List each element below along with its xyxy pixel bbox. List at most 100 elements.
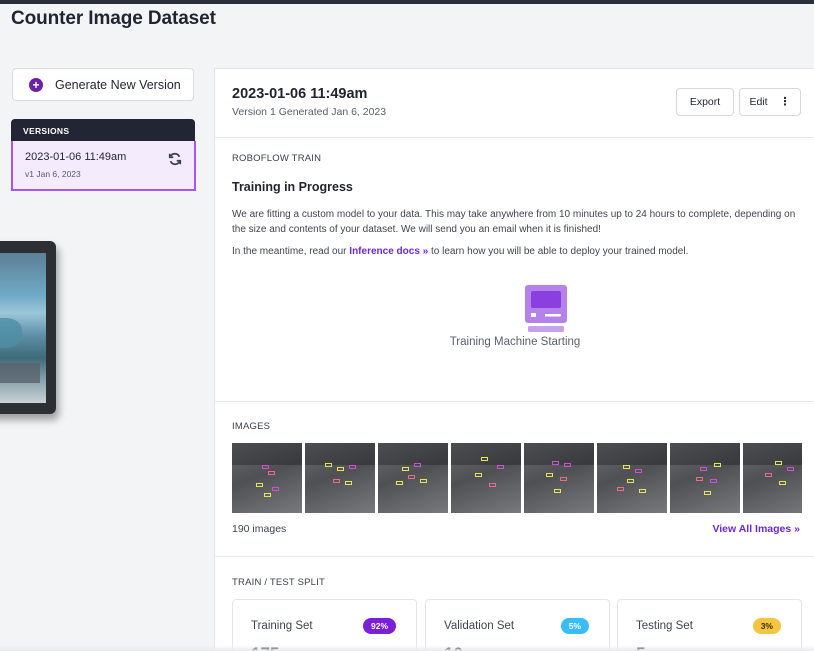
images-label: IMAGES — [232, 421, 271, 432]
training-heading: Training in Progress — [232, 180, 353, 194]
tablet-blob — [0, 363, 40, 383]
annotation-box — [560, 477, 567, 481]
annotation-box — [546, 473, 553, 477]
annotation-box — [639, 489, 646, 493]
annotation-box — [333, 479, 340, 483]
generate-new-version-button[interactable]: + Generate New Version — [12, 68, 194, 101]
version-item-selected[interactable]: 2023-01-06 11:49am v1 Jan 6, 2023 — [11, 141, 196, 191]
split-percent-badge: 5% — [560, 618, 589, 634]
training-description: We are fitting a custom model to your da… — [232, 209, 796, 235]
annotation-box — [272, 487, 279, 491]
thumbnail-shadow — [305, 443, 375, 465]
edit-button[interactable]: Edit ⋮ — [739, 88, 801, 116]
top-bar — [0, 0, 814, 4]
inference-docs-prefix: In the meantime, read our — [232, 246, 350, 257]
annotation-box — [408, 475, 415, 479]
thumbnail-shadow — [597, 443, 667, 465]
view-all-images-link[interactable]: View All Images » — [712, 523, 800, 535]
annotation-box — [635, 469, 642, 473]
image-thumbnail[interactable] — [378, 443, 448, 513]
annotation-box — [623, 465, 630, 469]
annotation-box — [779, 481, 786, 485]
training-machine-icon — [525, 285, 567, 332]
split-card-name: Testing Set — [636, 620, 693, 632]
annotation-box — [396, 481, 403, 485]
training-machine-status: Training Machine Starting — [449, 336, 581, 348]
annotation-box — [787, 467, 794, 471]
generate-new-version-label: Generate New Version — [55, 77, 181, 92]
training-set-card[interactable]: Training Set 92% 175 — [232, 599, 417, 651]
annotation-box — [402, 467, 409, 471]
annotation-box — [337, 467, 344, 471]
annotation-box — [554, 489, 561, 493]
annotation-box — [710, 479, 717, 483]
annotation-box — [704, 491, 711, 495]
train-test-split-label: TRAIN / TEST SPLIT — [232, 577, 325, 588]
annotation-box — [349, 465, 356, 469]
annotation-box — [256, 483, 263, 487]
version-item-subtitle: v1 Jan 6, 2023 — [25, 169, 81, 179]
split-percent-badge: 92% — [362, 618, 396, 634]
section-divider — [215, 401, 814, 402]
tablet-screen — [0, 253, 46, 403]
image-thumbnail[interactable] — [743, 443, 802, 513]
annotation-box — [696, 477, 703, 481]
annotation-box — [414, 463, 421, 467]
image-thumbnail[interactable] — [524, 443, 594, 513]
section-divider — [215, 556, 814, 557]
split-card-name: Training Set — [251, 620, 313, 632]
edit-button-label: Edit — [749, 96, 768, 108]
annotation-box — [481, 457, 488, 461]
sync-icon[interactable] — [168, 152, 182, 166]
annotation-box — [497, 465, 504, 469]
annotation-box — [775, 461, 782, 465]
roboflow-train-label: ROBOFLOW TRAIN — [232, 153, 322, 164]
thumbnail-shadow — [451, 443, 521, 465]
tablet-preview-image — [0, 241, 56, 414]
annotation-box — [475, 473, 482, 477]
annotation-box — [552, 461, 559, 465]
testing-set-card[interactable]: Testing Set 3% 5 — [617, 599, 802, 651]
plus-icon: + — [29, 77, 43, 92]
image-thumbnail[interactable] — [451, 443, 521, 513]
annotation-box — [765, 473, 772, 477]
split-card-name: Validation Set — [444, 620, 515, 632]
image-thumbnail-strip — [232, 443, 802, 513]
thumbnail-shadow — [378, 443, 448, 465]
annotation-box — [700, 467, 707, 471]
export-button[interactable]: Export — [676, 88, 734, 116]
split-percent-badge: 3% — [752, 618, 781, 634]
more-vertical-icon: ⋮ — [779, 95, 791, 108]
versions-header: VERSIONS — [11, 119, 195, 141]
version-subtitle: Version 1 Generated Jan 6, 2023 — [232, 106, 387, 118]
inference-docs-link[interactable]: Inference docs » — [349, 246, 428, 257]
image-count: 190 images — [232, 523, 287, 535]
image-thumbnail[interactable] — [232, 443, 302, 513]
image-thumbnail[interactable] — [670, 443, 740, 513]
annotation-box — [564, 463, 571, 467]
version-main-panel: 2023-01-06 11:49am Version 1 Generated J… — [214, 68, 814, 651]
annotation-box — [420, 479, 427, 483]
annotation-box — [617, 487, 624, 491]
validation-set-card[interactable]: Validation Set 5% 10 — [425, 599, 610, 651]
thumbnail-shadow — [524, 443, 594, 465]
thumbnail-shadow — [670, 443, 740, 465]
tablet-blob — [0, 318, 22, 348]
image-thumbnail[interactable] — [305, 443, 375, 513]
annotation-box — [268, 471, 275, 475]
annotation-box — [714, 463, 721, 467]
annotation-box — [345, 481, 352, 485]
version-title: 2023-01-06 11:49am — [232, 86, 368, 102]
thumbnail-shadow — [743, 443, 802, 465]
annotation-box — [262, 465, 269, 469]
annotation-box — [627, 479, 634, 483]
image-thumbnail[interactable] — [597, 443, 667, 513]
thumbnail-shadow — [232, 443, 302, 465]
inference-docs-text: In the meantime, read our Inference docs… — [232, 244, 802, 259]
page-title: Counter Image Dataset — [11, 8, 216, 29]
version-header: 2023-01-06 11:49am Version 1 Generated J… — [215, 69, 814, 138]
inference-docs-suffix: to learn how you will be able to deploy … — [428, 246, 689, 257]
annotation-box — [264, 493, 271, 497]
annotation-box — [325, 463, 332, 467]
bottom-fade — [0, 645, 814, 651]
